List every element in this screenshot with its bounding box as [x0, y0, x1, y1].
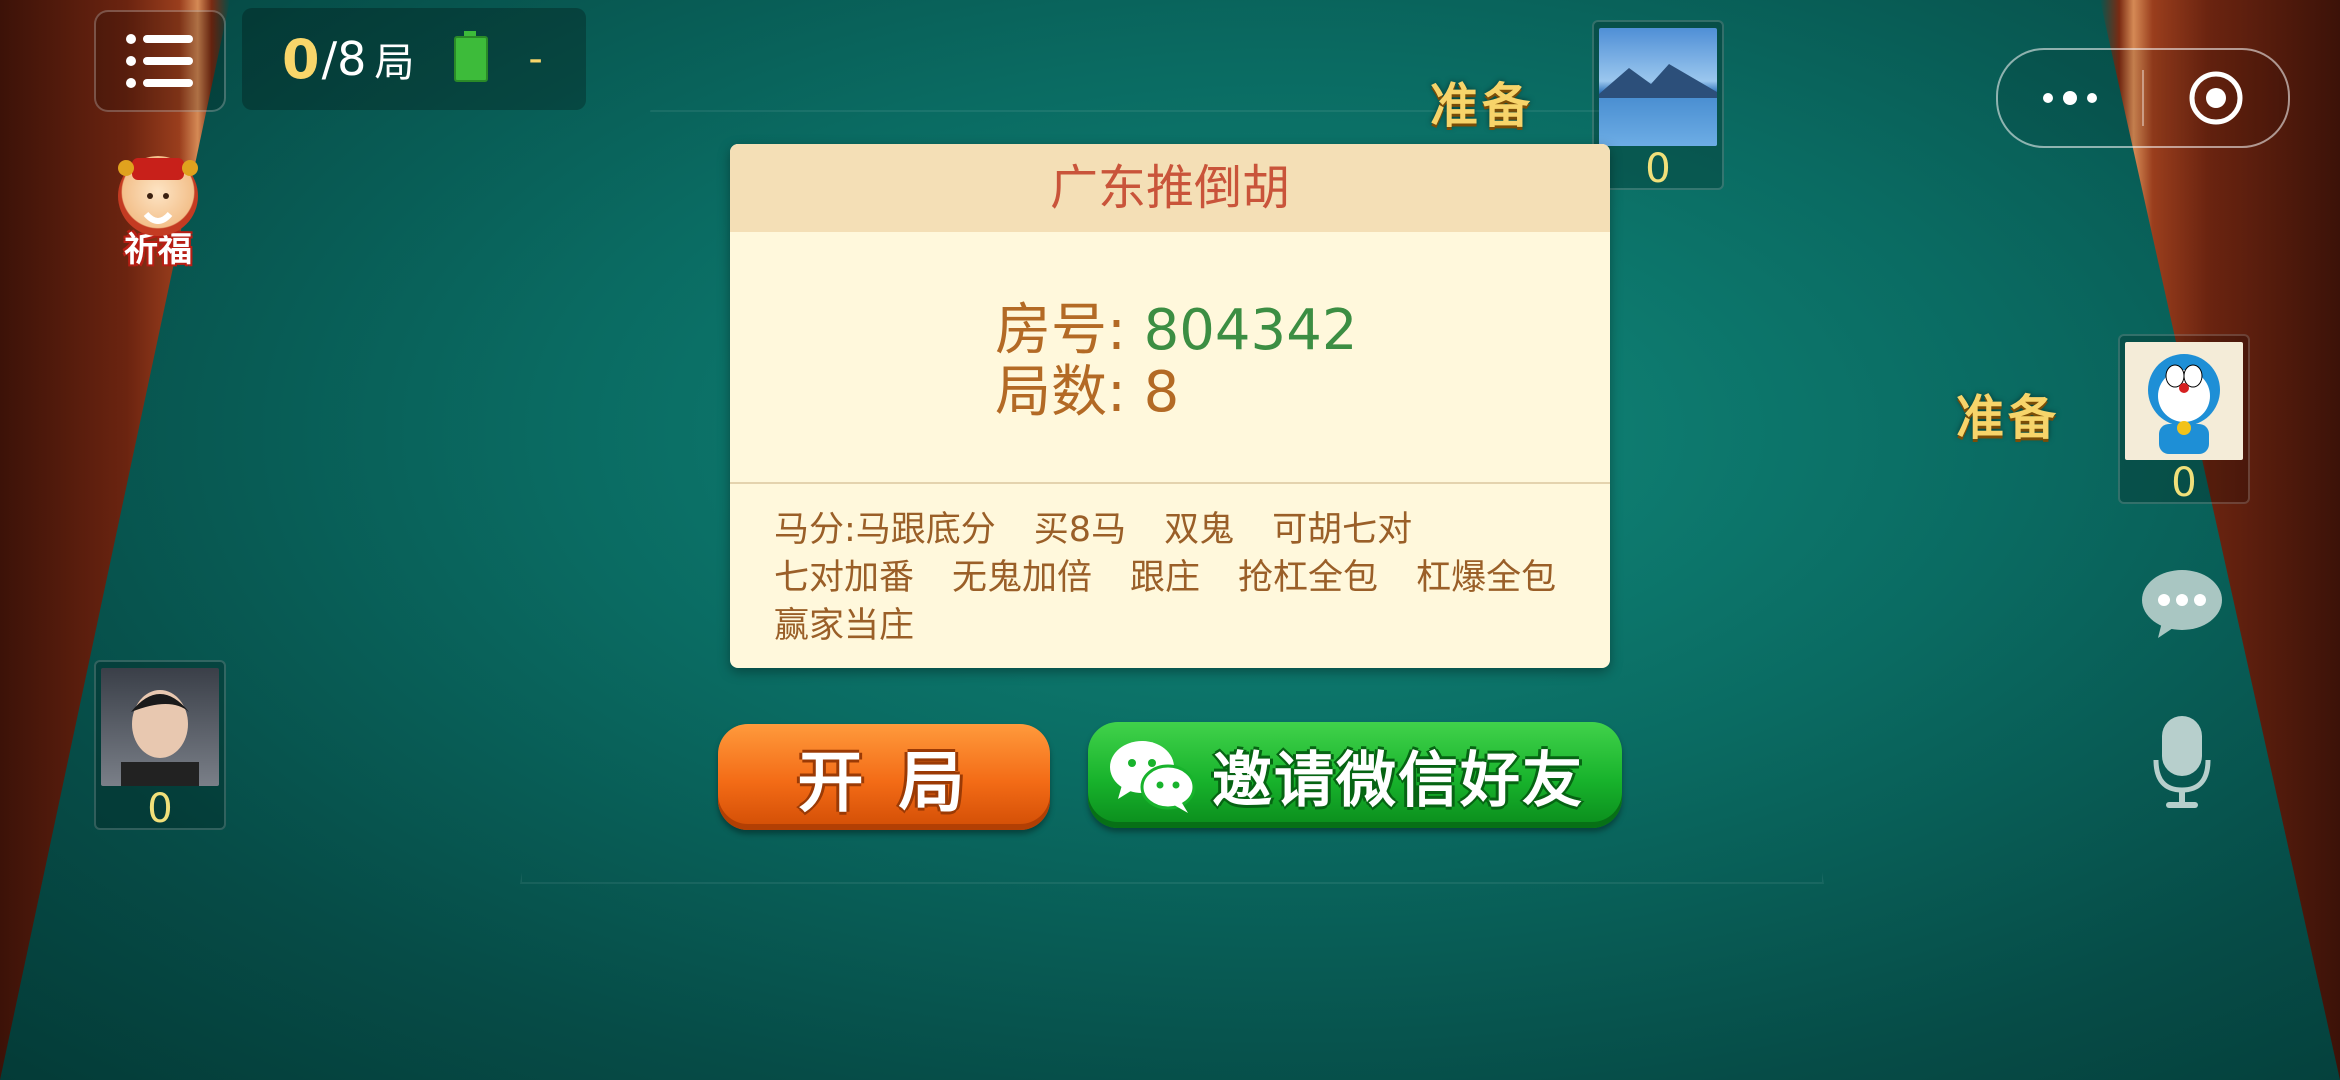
- top-player-avatar: [1599, 28, 1717, 146]
- more-dots-icon: [2043, 91, 2097, 105]
- round-counter: 0 /8 局 -: [242, 8, 586, 110]
- rule-item: 七对加番: [774, 558, 915, 598]
- rule-item: 跟庄: [1130, 558, 1201, 598]
- start-game-label: 开 局: [797, 744, 971, 821]
- round-current: 0: [282, 27, 320, 91]
- rule-item: 杠爆全包: [1416, 558, 1557, 598]
- card-divider: [730, 482, 1610, 484]
- room-number-row: 房号: 804342: [995, 300, 1357, 362]
- blessing-button[interactable]: 祈福: [104, 156, 212, 270]
- game-mode-title: 广东推倒胡: [730, 144, 1610, 232]
- right-player-score: 0: [2171, 460, 2197, 506]
- round-unit: 局: [374, 40, 415, 86]
- menu-button[interactable]: [94, 10, 226, 112]
- chat-bubble-icon: [2142, 570, 2222, 638]
- room-info-card: 广东推倒胡 房号: 804342 局数: 8 马分:马跟底分 买8马 双鬼 可胡七对 …: [730, 144, 1610, 668]
- fortune-god-icon: [118, 156, 198, 236]
- rule-list: 马分:马跟底分 买8马 双鬼 可胡七对 七对加番 无鬼加倍 跟庄 抢杠全包 杠爆全包 赢家当庄: [774, 506, 1574, 650]
- left-player-score: 0: [147, 786, 173, 832]
- rule-item: 可胡七对: [1272, 510, 1413, 550]
- rule-item: 抢杠全包: [1238, 558, 1379, 598]
- invite-wechat-label: 邀请微信好友: [1212, 745, 1584, 816]
- rounds-value: 8: [1143, 360, 1180, 425]
- room-number-label: 房号:: [995, 298, 1144, 363]
- rule-item: 赢家当庄: [774, 606, 915, 646]
- right-player-card[interactable]: 0: [2118, 334, 2250, 506]
- chat-button[interactable]: [2140, 568, 2224, 644]
- start-game-button[interactable]: 开 局: [718, 724, 1050, 830]
- close-button[interactable]: [2144, 70, 2288, 126]
- more-button[interactable]: [1998, 88, 2142, 108]
- battery-icon: [454, 31, 489, 82]
- rounds-label: 局数:: [995, 360, 1144, 425]
- top-player-ready: 准备: [1430, 78, 1535, 134]
- rule-item: 马分:马跟底分: [774, 510, 996, 550]
- miniprogram-capsule: [1996, 48, 2290, 148]
- top-player-card[interactable]: 0: [1592, 20, 1724, 192]
- menu-list-icon: [126, 34, 193, 88]
- microphone-icon: [2153, 716, 2211, 808]
- rule-item: 买8马: [1033, 510, 1127, 550]
- table-rail-right: [2100, 0, 2340, 1080]
- wechat-icon: [1110, 741, 1196, 813]
- room-details: 房号: 804342 局数: 8: [995, 300, 1357, 424]
- target-icon: [2189, 71, 2243, 125]
- rounds-row: 局数: 8: [995, 362, 1357, 424]
- right-player-avatar: [2125, 342, 2243, 460]
- invite-wechat-button[interactable]: 邀请微信好友: [1088, 722, 1622, 828]
- left-player-card[interactable]: 0: [94, 660, 226, 832]
- rule-item: 无鬼加倍: [952, 558, 1093, 598]
- right-player-ready: 准备: [1956, 390, 2061, 446]
- voice-button[interactable]: [2152, 714, 2212, 814]
- room-number-value: 804342: [1143, 298, 1358, 363]
- top-player-score: 0: [1645, 146, 1671, 192]
- rule-item: 双鬼: [1164, 510, 1235, 550]
- signal-indicator: -: [528, 36, 543, 82]
- left-player-avatar: [101, 668, 219, 786]
- round-total: /8: [321, 32, 367, 86]
